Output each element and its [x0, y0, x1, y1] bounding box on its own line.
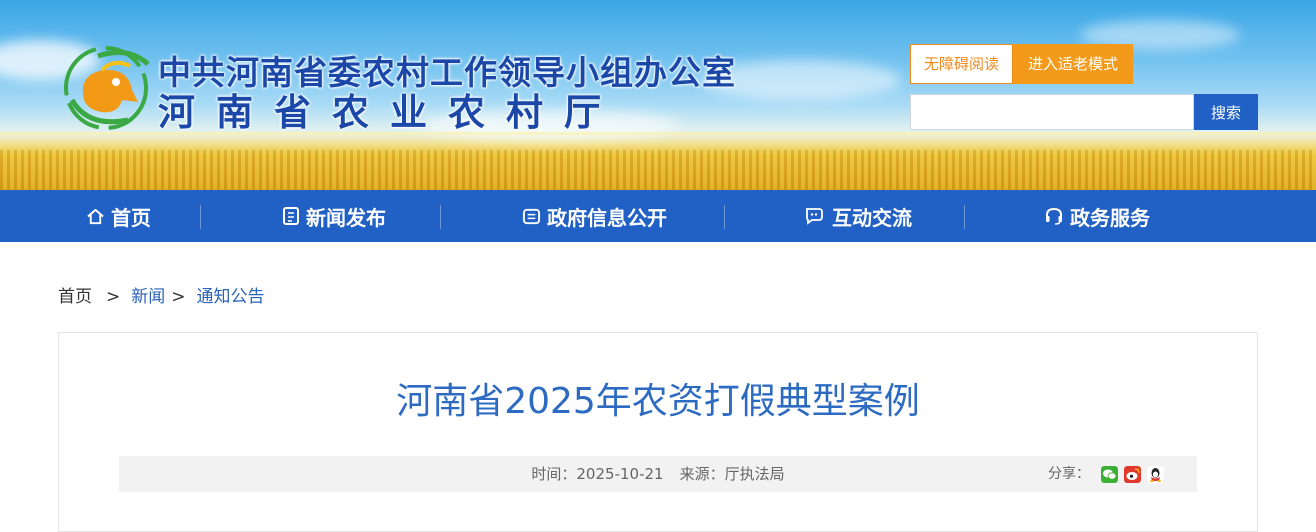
chat-icon — [806, 208, 823, 225]
nav-divider — [724, 205, 725, 229]
publish-time: 时间：2025-10-21 — [531, 465, 664, 483]
weibo-icon[interactable] — [1124, 466, 1141, 483]
article-source: 来源：厅执法局 — [679, 465, 785, 483]
breadcrumb-separator: > — [171, 287, 186, 307]
share-label: 分享： — [1048, 466, 1090, 482]
nav-item-label: 互动交流 — [832, 205, 912, 230]
article-card — [58, 332, 1258, 532]
search-input[interactable] — [910, 94, 1194, 130]
nav-divider — [440, 205, 441, 229]
nav-item-gov-info[interactable]: 政府信息公开 — [522, 190, 667, 242]
article-meta: 时间：2025-10-21 来源：厅执法局 — [119, 456, 1197, 492]
article-meta-bar: 时间：2025-10-21 来源：厅执法局 分享： — [119, 456, 1197, 492]
nav-divider — [964, 205, 965, 229]
elder-mode-button[interactable]: 进入适老模式 — [1013, 44, 1133, 84]
header-banner: 中共河南省委农村工作领导小组办公室 河南省农业农村厅 无障碍阅读 进入适老模式 … — [0, 0, 1316, 190]
nav-item-home[interactable]: 首页 — [86, 190, 151, 242]
nav-item-label: 首页 — [111, 205, 151, 230]
breadcrumb-news[interactable]: 新闻 — [131, 287, 165, 307]
breadcrumb-separator: > — [106, 287, 121, 307]
breadcrumb: 首页 > 新闻 > 通知公告 — [58, 282, 265, 307]
home-icon — [87, 208, 104, 224]
org-title-line2: 河南省农业农村厅 — [158, 90, 622, 134]
nav-item-news[interactable]: 新闻发布 — [282, 190, 386, 242]
nav-item-label: 新闻发布 — [306, 205, 386, 230]
breadcrumb-notice[interactable]: 通知公告 — [197, 287, 265, 307]
document-icon — [283, 207, 299, 225]
search-button[interactable]: 搜索 — [1194, 94, 1258, 130]
wechat-icon[interactable] — [1101, 466, 1118, 483]
info-icon — [522, 208, 541, 224]
main-nav: 首页 新闻发布 政府信息公开 互动交流 政务服务 — [0, 190, 1316, 242]
nav-item-label: 政府信息公开 — [547, 205, 667, 230]
breadcrumb-home[interactable]: 首页 — [58, 287, 92, 307]
nav-item-label: 政务服务 — [1070, 205, 1150, 230]
accessibility-reading-button[interactable]: 无障碍阅读 — [910, 44, 1013, 84]
headset-icon — [1046, 207, 1062, 225]
logo-emblem — [64, 46, 150, 130]
nav-divider — [200, 205, 201, 229]
nav-item-services[interactable]: 政务服务 — [1044, 190, 1150, 242]
nav-item-interaction[interactable]: 互动交流 — [804, 190, 912, 242]
article-title: 河南省2025年农资打假典型案例 — [396, 381, 920, 422]
qq-icon[interactable] — [1147, 466, 1164, 483]
